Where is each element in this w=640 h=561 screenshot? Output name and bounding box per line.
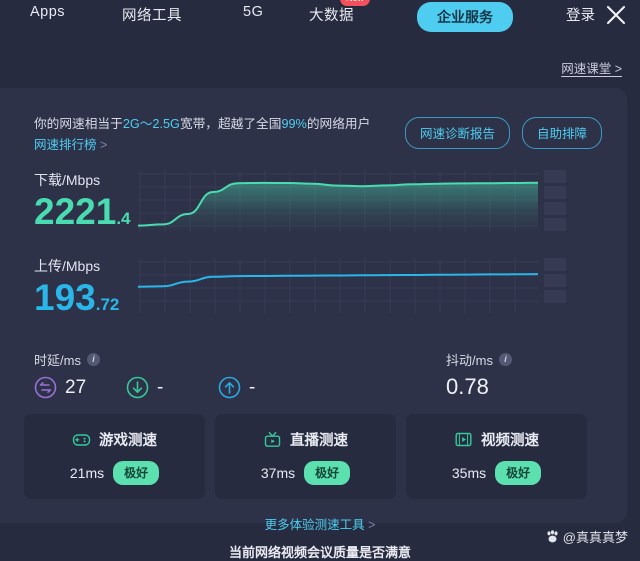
upload-speed-chart <box>138 258 566 313</box>
more-tools-label: 更多体验测速工具 <box>264 518 365 532</box>
jitter-value: 0.78 <box>446 374 489 399</box>
upload-chart-end-blocks <box>544 258 566 303</box>
card-header: 视频测速 <box>454 429 539 450</box>
card-footer: 37ms 极好 <box>260 460 351 485</box>
nav-item-bigdata[interactable]: 大数据 <box>309 4 354 25</box>
card-game-speedtest[interactable]: 游戏测速 21ms 极好 <box>24 414 205 499</box>
download-value-decimal: .4 <box>116 209 131 228</box>
ranking-link-label: 网速排行榜 <box>34 138 97 152</box>
speed-course-link[interactable]: 网速课堂 > <box>561 58 622 77</box>
status-badge: 极好 <box>495 460 542 485</box>
download-chart-end-blocks <box>544 170 566 231</box>
status-badge: 极好 <box>113 460 160 485</box>
nav-item-5g[interactable]: 5G <box>243 4 263 20</box>
upload-label: 上传/Mbps <box>34 258 101 274</box>
self-troubleshoot-button[interactable]: 自助排障 <box>522 117 603 149</box>
summary-bandwidth: 2G～2.5G <box>122 117 180 131</box>
download-speed-chart <box>138 170 566 232</box>
upload-value-integer: 193 <box>34 277 96 318</box>
latency-entry-bidirectional: 27 <box>34 376 86 399</box>
card-latency: 35ms <box>451 464 487 481</box>
download-metric: 下载/Mbps 2221.4 <box>34 170 131 230</box>
new-badge: New <box>340 0 371 6</box>
card-live-speedtest[interactable]: 直播测速 37ms 极好 <box>215 414 396 499</box>
latency-header: 时延/ms i <box>34 350 100 369</box>
latency-label: 时延/ms <box>34 353 81 368</box>
card-latency: 37ms <box>260 464 296 481</box>
card-header: 直播测速 <box>263 429 348 450</box>
upload-metric: 上传/Mbps 193.72 <box>34 256 119 316</box>
card-latency: 21ms <box>69 464 105 481</box>
card-header: 游戏测速 <box>72 429 157 450</box>
top-navbar: Apps 网络工具 5G 大数据 New 企业服务 登录 <box>0 0 640 38</box>
status-badge: 极好 <box>304 460 351 485</box>
card-footer: 21ms 极好 <box>69 460 160 485</box>
ranking-link-chevron: > <box>100 138 108 152</box>
summary-suffix: 的网络用户 <box>306 117 371 131</box>
arrow-up-icon <box>218 376 241 399</box>
watermark-handle: @真真真梦 <box>562 530 628 545</box>
summary-percent: 99% <box>281 117 307 131</box>
result-panel: 你的网速相当于2G～2.5G宽带，超越了全国99%的网络用户 网速排行榜 > 网… <box>0 88 627 523</box>
watermark: @真真真梦 <box>545 527 628 546</box>
film-icon <box>454 430 473 449</box>
latency-value-up: - <box>249 377 256 398</box>
bidirectional-arrows-icon <box>34 376 57 399</box>
speedtest-cards: 游戏测速 21ms 极好 直播测速 37ms 极好 视频测速 35ms 极好 <box>24 414 587 499</box>
paw-icon <box>545 529 560 544</box>
jitter-header: 抖动/ms i <box>446 350 512 369</box>
ranking-link[interactable]: 网速排行榜 > <box>34 134 107 153</box>
speedtest-page: Apps 网络工具 5G 大数据 New 企业服务 登录 网速课堂 > 你的网速… <box>0 0 640 561</box>
summary-middle: 宽带，超越了全国 <box>179 117 282 131</box>
latency-entry-up: - <box>218 376 255 399</box>
summary-text: 你的网速相当于2G～2.5G宽带，超越了全国99%的网络用户 <box>34 113 370 132</box>
latency-value-bidirectional: 27 <box>65 377 87 398</box>
arrow-down-icon <box>126 376 149 399</box>
download-label: 下载/Mbps <box>34 172 101 188</box>
more-tools-chevron: > <box>368 518 376 532</box>
close-icon[interactable] <box>604 3 628 27</box>
jitter-label: 抖动/ms <box>446 353 493 368</box>
latency-value-down: - <box>157 377 164 398</box>
card-title: 直播测速 <box>290 432 348 449</box>
upload-value-decimal: .72 <box>95 295 120 314</box>
enterprise-service-button[interactable]: 企业服务 <box>417 2 513 32</box>
download-value-integer: 2221 <box>34 191 117 232</box>
card-video-speedtest[interactable]: 视频测速 35ms 极好 <box>406 414 587 499</box>
info-icon[interactable]: i <box>86 353 100 366</box>
gamepad-icon <box>72 430 91 449</box>
card-footer: 35ms 极好 <box>451 460 542 485</box>
card-title: 视频测速 <box>481 432 539 449</box>
latency-entry-down: - <box>126 376 163 399</box>
login-link[interactable]: 登录 <box>566 4 595 25</box>
summary-prefix: 你的网速相当于 <box>34 117 123 131</box>
action-buttons: 网速诊断报告 自助排障 <box>405 117 603 149</box>
info-icon[interactable]: i <box>498 353 512 366</box>
card-title: 游戏测速 <box>99 432 157 449</box>
download-value: 2221.4 <box>34 193 131 230</box>
diagnostic-report-button[interactable]: 网速诊断报告 <box>405 117 511 149</box>
nav-item-network-tools[interactable]: 网络工具 <box>122 4 182 25</box>
upload-value: 193.72 <box>34 279 119 316</box>
nav-item-apps[interactable]: Apps <box>30 4 65 20</box>
tv-icon <box>263 430 282 449</box>
